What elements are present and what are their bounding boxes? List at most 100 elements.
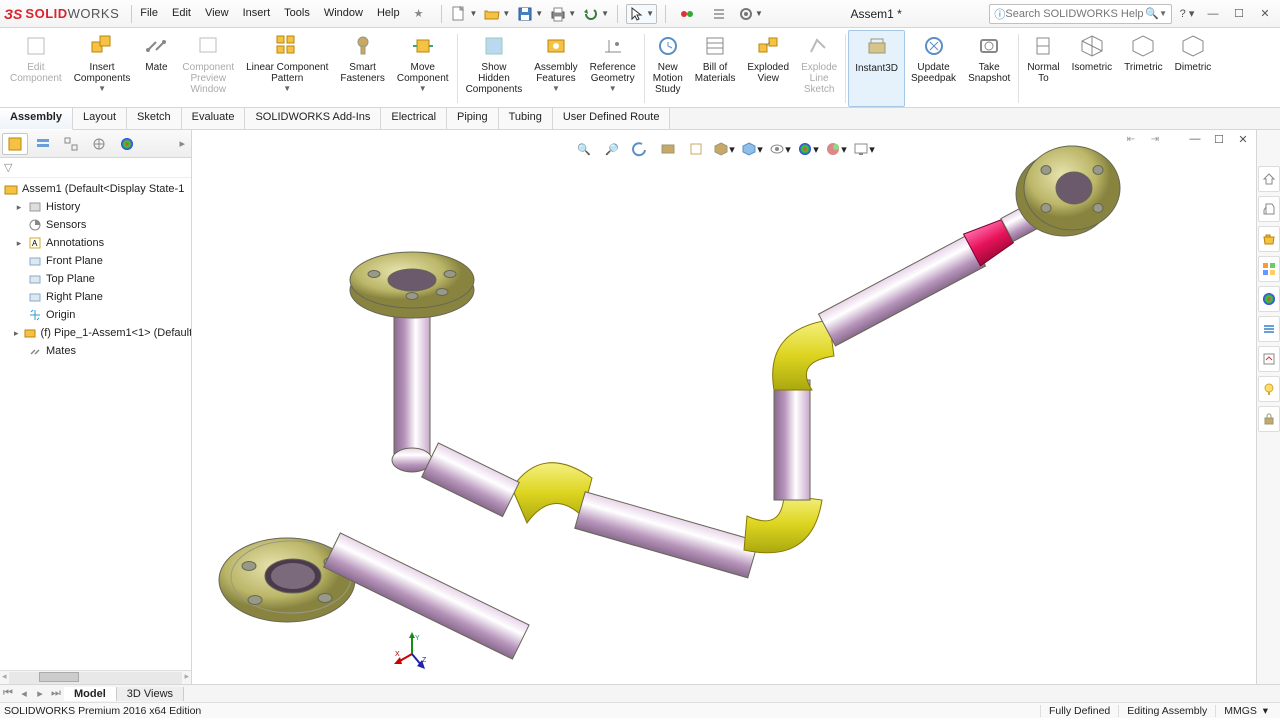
tree-root[interactable]: Assem1 (Default<Display State-1 (0, 180, 191, 198)
tab-prev-icon[interactable]: ◂ (16, 687, 32, 700)
tree-item[interactable]: Top Plane (0, 270, 191, 288)
ribbon-show-hidden-components[interactable]: ShowHiddenComponents (460, 30, 529, 107)
tip-icon[interactable] (1258, 376, 1280, 402)
filter-icon[interactable]: ▽ (4, 161, 12, 174)
open-button[interactable]: ▼ (483, 5, 510, 23)
menu-pin-icon[interactable]: ★ (408, 3, 430, 24)
cm-tab-tubing[interactable]: Tubing (499, 108, 553, 129)
home-icon[interactable] (1258, 166, 1280, 192)
ribbon-new-motion-study[interactable]: NewMotionStudy (647, 30, 689, 107)
custom-props-icon[interactable] (1258, 316, 1280, 342)
tree-item[interactable]: Front Plane (0, 252, 191, 270)
tab-last-icon[interactable]: ⏭ (48, 687, 64, 700)
resources-icon[interactable] (1258, 196, 1280, 222)
close-button[interactable]: ✕ (1254, 5, 1276, 23)
tree-item[interactable]: Sensors (0, 216, 191, 234)
menu-help[interactable]: Help (371, 3, 406, 24)
appearances-icon[interactable] (1258, 286, 1280, 312)
help-search-input[interactable] (1005, 8, 1145, 20)
assembly-icon (4, 182, 18, 196)
ribbon-bill-of-materials[interactable]: Bill ofMaterials (689, 30, 742, 107)
task-pane (1256, 130, 1280, 684)
ribbon-trimetric[interactable]: Trimetric (1118, 30, 1169, 107)
display-tab[interactable] (114, 133, 140, 155)
tab-first-icon[interactable]: ⏮ (0, 687, 16, 700)
ribbon-normal-to[interactable]: NormalTo (1021, 30, 1065, 107)
main-menu: File Edit View Insert Tools Window Help … (134, 3, 429, 24)
minimize-button[interactable]: — (1202, 5, 1224, 23)
menu-window[interactable]: Window (318, 3, 369, 24)
undo-button[interactable]: ▼ (582, 5, 609, 23)
menu-insert[interactable]: Insert (237, 3, 277, 24)
graphics-viewport[interactable]: ⇤ ⇥ — ☐ ✕ 🔍 🔎 ▾ ▾ ▾ ▾ ▾ ▾ (192, 130, 1256, 684)
ds-logo-icon: ЗS (4, 6, 22, 22)
filter-row: ▽ (0, 158, 191, 178)
search-icon[interactable]: 🔍 (1145, 7, 1159, 20)
feature-tree-tab[interactable] (2, 133, 28, 155)
ribbon-linear-component-pattern[interactable]: Linear ComponentPattern▼ (240, 30, 334, 107)
lock-icon[interactable] (1258, 406, 1280, 432)
cm-tab-evaluate[interactable]: Evaluate (182, 108, 246, 129)
svg-text:A: A (32, 239, 38, 248)
app-logo: ЗS SOLIDWORKS (4, 6, 119, 22)
ribbon-isometric[interactable]: Isometric (1066, 30, 1119, 107)
status-units[interactable]: MMGS ▾ (1215, 705, 1276, 717)
tree-item[interactable]: Origin (0, 306, 191, 324)
tree-item[interactable]: ▸(f) Pipe_1-Assem1<1> (Default (0, 324, 191, 342)
settings-button[interactable]: ▼ (738, 6, 763, 22)
ribbon-take-snapshot[interactable]: TakeSnapshot (962, 30, 1016, 107)
title-right: ⓘ 🔍 ▼ ? ▾ — ☐ ✕ (989, 4, 1276, 24)
help-dropdown[interactable]: ? ▾ (1176, 5, 1198, 23)
options-list-icon[interactable] (706, 3, 732, 25)
ribbon-reference-geometry[interactable]: ReferenceGeometry▼ (584, 30, 642, 107)
print-button[interactable]: ▼ (549, 5, 576, 23)
cm-tab-electrical[interactable]: Electrical (381, 108, 447, 129)
menu-file[interactable]: File (134, 3, 164, 24)
menu-edit[interactable]: Edit (166, 3, 197, 24)
dimxpert-tab[interactable] (86, 133, 112, 155)
ribbon-exploded-view[interactable]: ExplodedView (741, 30, 795, 107)
logo-brand: SOLID (25, 6, 67, 21)
panel-scrollbar[interactable]: ◂▸ (0, 670, 191, 684)
status-mode: Editing Assembly (1118, 705, 1215, 717)
ribbon-mate[interactable]: Mate (136, 30, 176, 107)
menu-tools[interactable]: Tools (278, 3, 316, 24)
tree-item[interactable]: ▸AAnnotations (0, 234, 191, 252)
tree-item[interactable]: Right Plane (0, 288, 191, 306)
menu-view[interactable]: View (199, 3, 235, 24)
ribbon-smart-fasteners[interactable]: SmartFasteners (334, 30, 390, 107)
cm-tab-solidworks-add-ins[interactable]: SOLIDWORKS Add-Ins (245, 108, 381, 129)
ribbon-instant3d[interactable]: Instant3D (848, 30, 905, 107)
tab-nav: ⏮ ◂ ▸ ⏭ (0, 687, 64, 700)
tab-3d-views[interactable]: 3D Views (117, 687, 184, 701)
new-button[interactable]: ▼ (450, 5, 477, 23)
cm-tab-layout[interactable]: Layout (73, 108, 127, 129)
rebuild-button[interactable] (674, 3, 700, 25)
ribbon-dimetric[interactable]: Dimetric (1169, 30, 1218, 107)
cm-tab-piping[interactable]: Piping (447, 108, 499, 129)
orientation-triad[interactable]: Y X Z (392, 632, 432, 672)
view-palette-icon[interactable] (1258, 256, 1280, 282)
forum-icon[interactable] (1258, 346, 1280, 372)
ribbon-move-component[interactable]: MoveComponent▼ (391, 30, 455, 107)
save-button[interactable]: ▼ (516, 5, 543, 23)
cm-tab-user-defined-route[interactable]: User Defined Route (553, 108, 671, 129)
search-caret-icon[interactable]: ▼ (1159, 9, 1167, 18)
select-button[interactable]: ▼ (626, 4, 657, 24)
maximize-button[interactable]: ☐ (1228, 5, 1250, 23)
property-manager-tab[interactable] (30, 133, 56, 155)
ribbon-insert-components[interactable]: InsertComponents▼ (68, 30, 137, 107)
help-search[interactable]: ⓘ 🔍 ▼ (989, 4, 1172, 24)
ribbon-assembly-features[interactable]: AssemblyFeatures▼ (528, 30, 583, 107)
cm-tab-assembly[interactable]: Assembly (0, 108, 73, 130)
ribbon-update-speedpak[interactable]: UpdateSpeedpak (905, 30, 962, 107)
help-info-icon: ⓘ (994, 6, 1005, 22)
cm-tab-sketch[interactable]: Sketch (127, 108, 182, 129)
library-icon[interactable] (1258, 226, 1280, 252)
tree-item[interactable]: Mates (0, 342, 191, 360)
tab-next-icon[interactable]: ▸ (32, 687, 48, 700)
tab-model[interactable]: Model (64, 687, 117, 701)
panel-expand-icon[interactable]: ▸ (175, 137, 189, 150)
tree-item[interactable]: ▸History (0, 198, 191, 216)
configuration-tab[interactable] (58, 133, 84, 155)
